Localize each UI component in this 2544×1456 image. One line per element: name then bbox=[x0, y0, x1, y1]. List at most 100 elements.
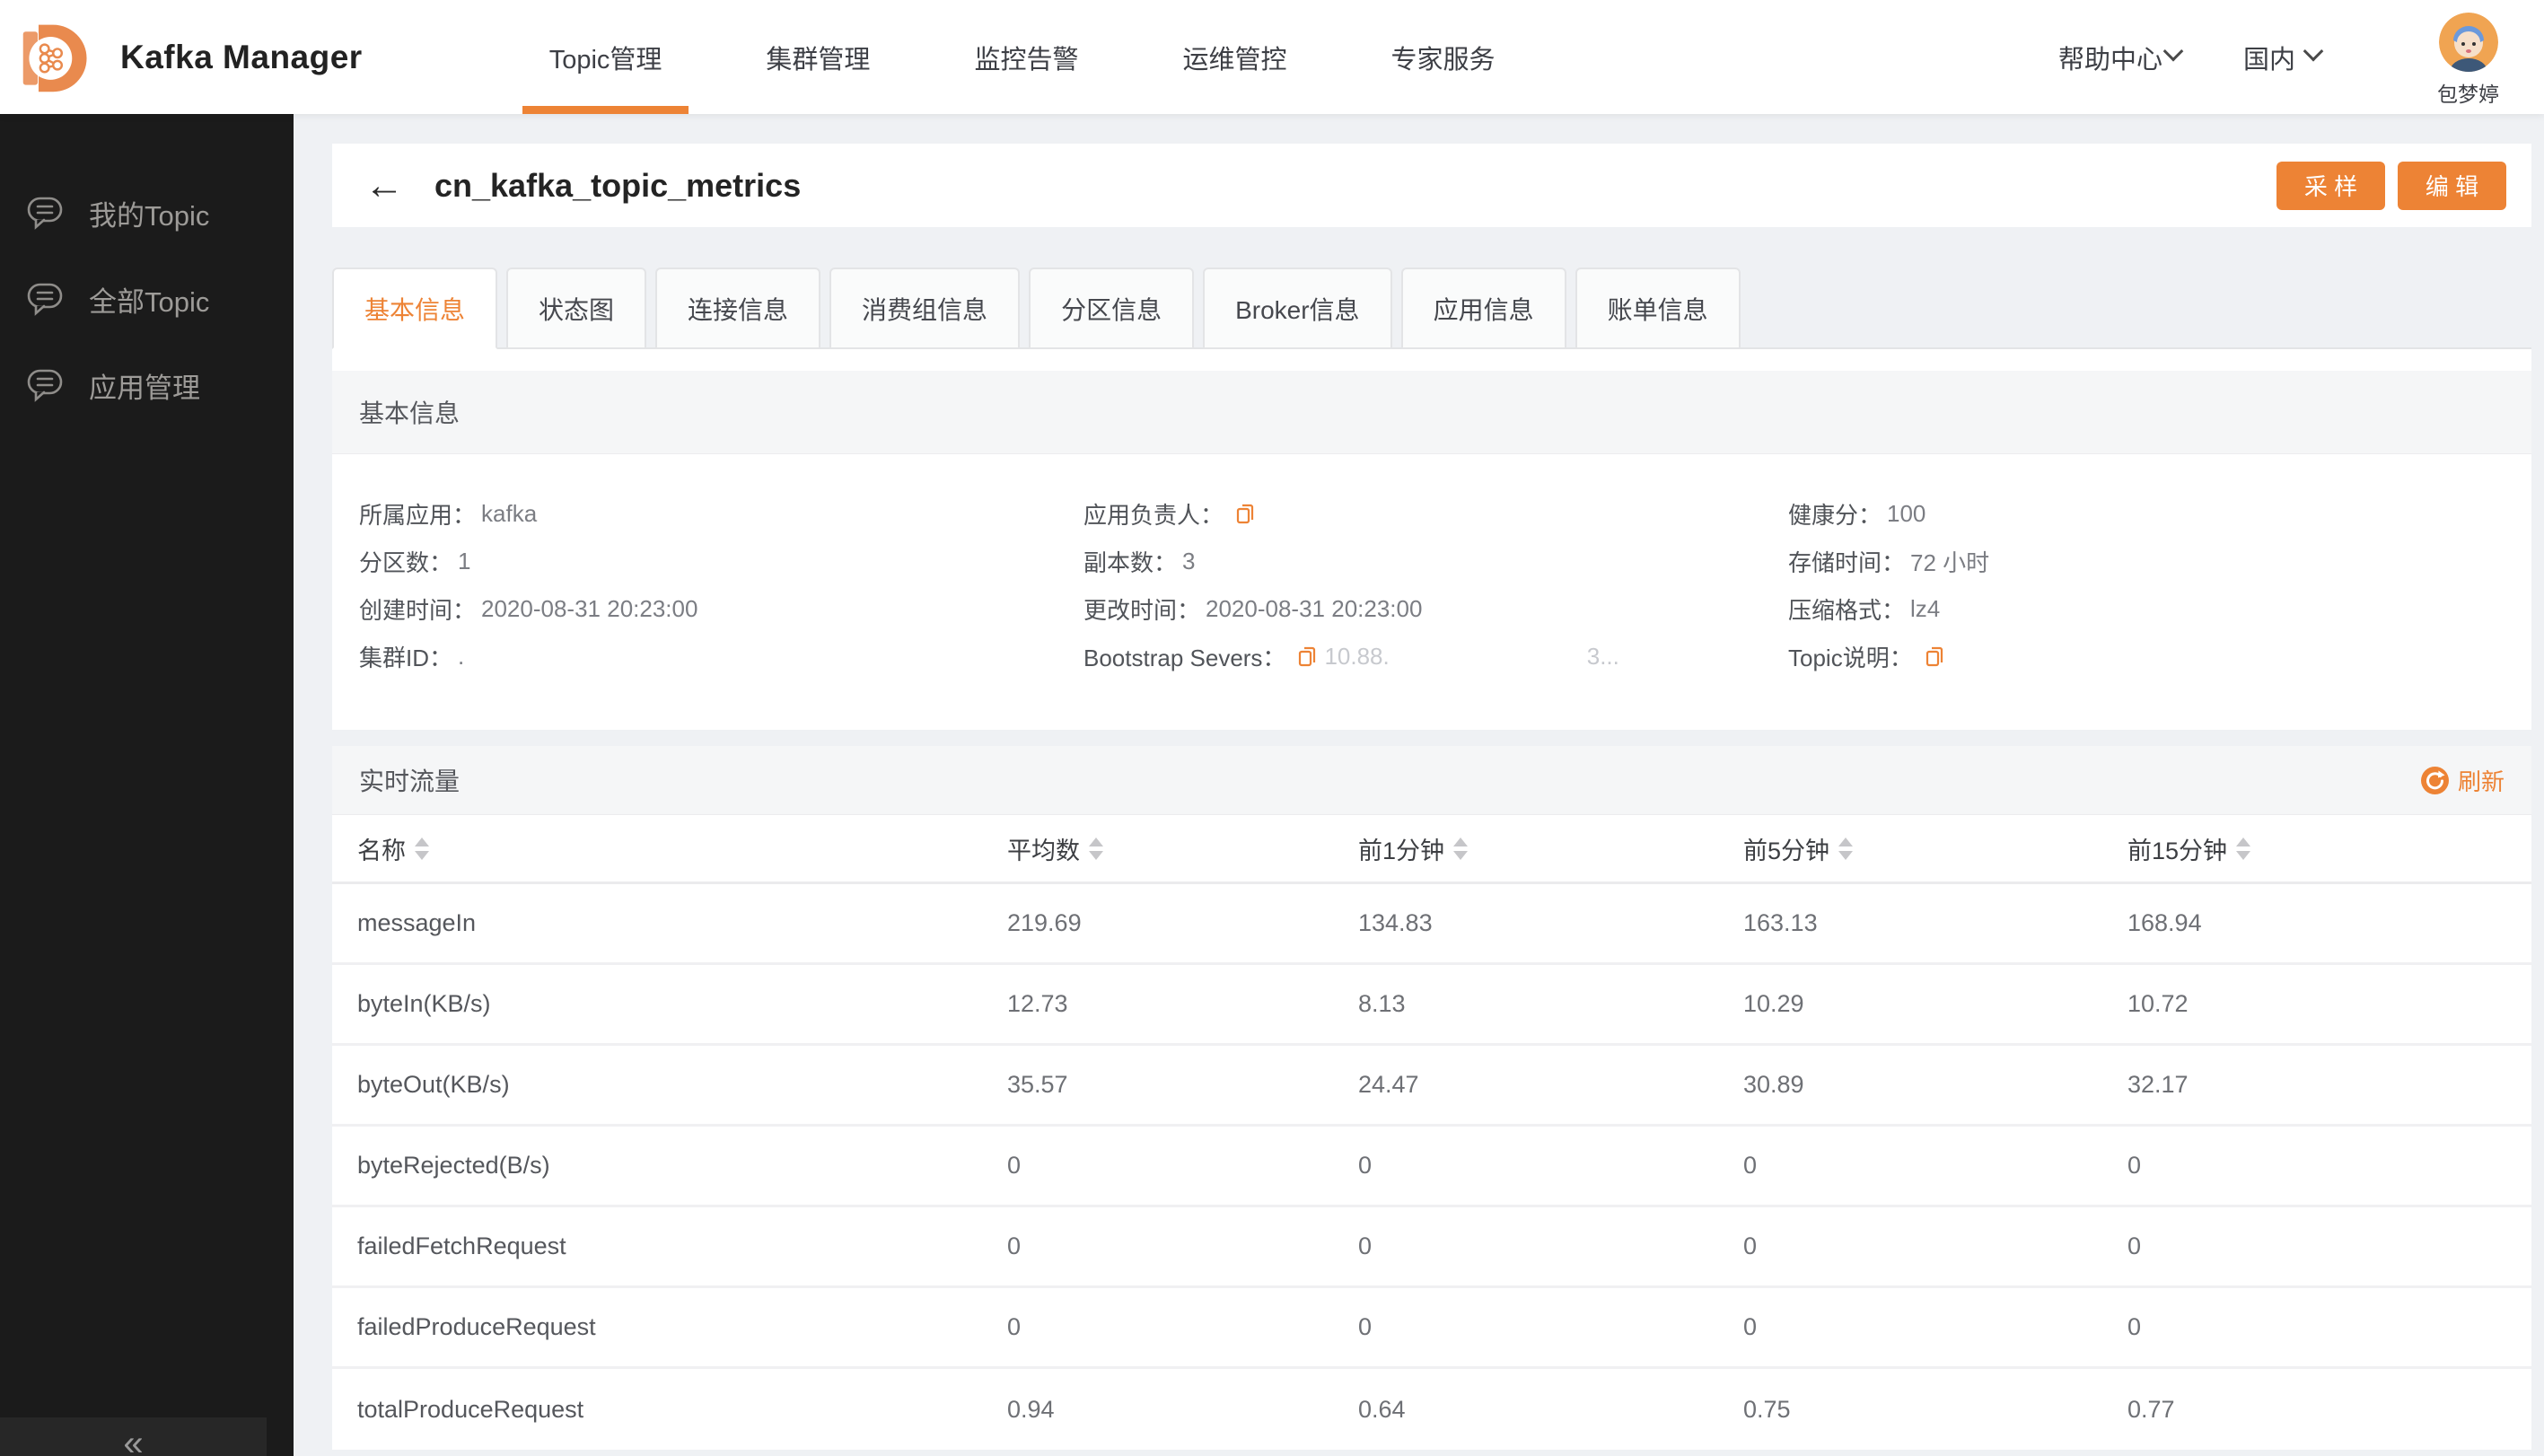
sort-icon bbox=[1089, 837, 1103, 860]
table-row: totalProduceRequest 0.94 0.64 0.75 0.77 bbox=[332, 1369, 2531, 1450]
sidebar-item-icon bbox=[27, 197, 63, 230]
top-nav-item[interactable]: Topic管理 bbox=[497, 0, 715, 114]
tab[interactable]: 状态图 bbox=[506, 268, 647, 349]
column-header-label: 前15分钟 bbox=[2127, 837, 2228, 864]
user-menu[interactable]: 包梦婷 bbox=[2437, 12, 2499, 108]
sidebar-collapse-button[interactable]: « bbox=[0, 1417, 267, 1456]
last-5min-cell: 0 bbox=[1743, 1152, 1758, 1179]
page-header: ← cn_kafka_topic_metrics 采 样 编 辑 bbox=[332, 144, 2531, 227]
info-field-label: 健康分： bbox=[1788, 502, 1882, 529]
copy-icon[interactable] bbox=[1233, 502, 1257, 526]
basic-info-section-header: 基本信息 bbox=[332, 371, 2531, 454]
top-nav-item[interactable]: 专家服务 bbox=[1338, 0, 1547, 114]
column-header[interactable]: 名称 bbox=[357, 831, 1007, 866]
edit-button[interactable]: 编 辑 bbox=[2398, 161, 2506, 210]
info-field: 副本数： 3 bbox=[1083, 538, 1788, 585]
tab[interactable]: Broker信息 bbox=[1203, 268, 1392, 349]
info-field-value: lz4 bbox=[1910, 595, 1941, 622]
column-header-label: 名称 bbox=[357, 837, 406, 864]
traffic-table-body: messageIn 219.69 134.83 163.13 168.94 by… bbox=[332, 884, 2531, 1450]
avg-cell: 12.73 bbox=[1007, 990, 1068, 1017]
sample-button[interactable]: 采 样 bbox=[2276, 161, 2385, 210]
copy-icon[interactable] bbox=[1922, 645, 1946, 669]
column-header[interactable]: 平均数 bbox=[1007, 831, 1358, 866]
info-field-label: 更改时间： bbox=[1083, 597, 1201, 624]
back-arrow-icon[interactable]: ← bbox=[357, 165, 411, 206]
info-field-value: kafka bbox=[481, 500, 538, 527]
top-nav-item[interactable]: 监控告警 bbox=[922, 0, 1130, 114]
info-field: 压缩格式： lz4 bbox=[1788, 585, 2531, 633]
collapse-icon: « bbox=[123, 1423, 144, 1456]
sidebar-item-label: 我的Topic bbox=[89, 199, 210, 232]
metric-name-cell: messageIn bbox=[357, 909, 477, 936]
last-1min-cell: 134.83 bbox=[1358, 909, 1433, 936]
column-header[interactable]: 前5分钟 bbox=[1743, 831, 2127, 866]
copy-icon[interactable] bbox=[1294, 645, 1319, 669]
avg-cell: 0 bbox=[1007, 1313, 1022, 1340]
info-field-label: 应用负责人： bbox=[1083, 502, 1224, 529]
metric-name-cell: totalProduceRequest bbox=[357, 1395, 584, 1423]
sidebar-item-icon bbox=[27, 283, 63, 316]
help-center-menu[interactable]: 帮助中心 bbox=[2057, 39, 2184, 76]
last-15min-cell: 10.72 bbox=[2127, 990, 2189, 1017]
chevron-down-icon bbox=[2303, 40, 2324, 61]
tab[interactable]: 连接信息 bbox=[655, 268, 821, 349]
metric-name-cell: byteRejected(B/s) bbox=[357, 1152, 550, 1179]
last-5min-cell: 163.13 bbox=[1743, 909, 1818, 936]
last-5min-cell: 30.89 bbox=[1743, 1071, 1804, 1098]
sidebar-item[interactable]: 应用管理 bbox=[0, 342, 294, 428]
top-navbar: Kafka Manager Topic管理 集群管理 监控告警 运维管控 专家服… bbox=[0, 0, 2544, 114]
refresh-button[interactable]: 刷新 bbox=[2420, 764, 2505, 797]
info-field-label: Topic说明： bbox=[1788, 645, 1913, 671]
table-row: byteRejected(B/s) 0 0 0 0 bbox=[332, 1127, 2531, 1207]
info-field-value: 100 bbox=[1887, 500, 1926, 527]
region-menu[interactable]: 国内 bbox=[2242, 39, 2324, 76]
avg-cell: 0 bbox=[1007, 1152, 1022, 1179]
top-nav-item[interactable]: 运维管控 bbox=[1130, 0, 1338, 114]
info-field-label: 存储时间： bbox=[1788, 549, 1906, 576]
column-header[interactable]: 前1分钟 bbox=[1358, 831, 1743, 866]
last-1min-cell: 0 bbox=[1358, 1152, 1373, 1179]
tab[interactable]: 分区信息 bbox=[1029, 268, 1195, 349]
last-1min-cell: 0 bbox=[1358, 1232, 1373, 1259]
tab[interactable]: 消费组信息 bbox=[829, 268, 1021, 349]
info-field: 存储时间： 72 小时 bbox=[1788, 538, 2531, 585]
info-field-label: Bootstrap Severs： bbox=[1083, 645, 1286, 671]
help-center-label: 帮助中心 bbox=[2057, 45, 2162, 75]
top-nav-item[interactable]: 集群管理 bbox=[714, 0, 922, 114]
info-field-label: 分区数： bbox=[359, 549, 453, 576]
tab[interactable]: 应用信息 bbox=[1400, 268, 1566, 349]
info-field-value: 10.88. bbox=[1324, 643, 1390, 670]
table-row: byteOut(KB/s) 35.57 24.47 30.89 32.17 bbox=[332, 1046, 2531, 1127]
sidebar-item[interactable]: 全部Topic bbox=[0, 256, 294, 342]
info-field-label: 压缩格式： bbox=[1788, 597, 1906, 624]
tab[interactable]: 基本信息 bbox=[332, 268, 498, 349]
sidebar-item[interactable]: 我的Topic bbox=[0, 170, 294, 256]
last-1min-cell: 0.64 bbox=[1358, 1395, 1406, 1423]
app-title: Kafka Manager bbox=[120, 38, 363, 75]
page-title: cn_kafka_topic_metrics bbox=[434, 166, 802, 204]
table-row: failedProduceRequest 0 0 0 0 bbox=[332, 1288, 2531, 1369]
last-1min-cell: 0 bbox=[1358, 1313, 1373, 1340]
last-1min-cell: 8.13 bbox=[1358, 990, 1406, 1017]
info-field: 集群ID： . bbox=[359, 633, 1083, 680]
chevron-down-icon bbox=[2162, 40, 2184, 61]
tab[interactable]: 账单信息 bbox=[1575, 268, 1741, 349]
realtime-traffic-card: 实时流量 刷新 名称 平均数 前1分钟 前5分钟 前15分钟 messageIn… bbox=[332, 746, 2531, 1450]
sidebar-item-label: 全部Topic bbox=[89, 285, 210, 318]
column-header-label: 平均数 bbox=[1007, 837, 1080, 864]
region-label: 国内 bbox=[2242, 45, 2295, 75]
last-15min-cell: 168.94 bbox=[2127, 909, 2202, 936]
last-5min-cell: 0 bbox=[1743, 1313, 1758, 1340]
user-name: 包梦婷 bbox=[2437, 82, 2499, 106]
info-field: 应用负责人： bbox=[1083, 490, 1788, 538]
column-header-label: 前5分钟 bbox=[1743, 837, 1830, 864]
column-header[interactable]: 前15分钟 bbox=[2127, 831, 2531, 866]
info-field: 更改时间： 2020-08-31 20:23:00 bbox=[1083, 585, 1788, 633]
sidebar-menu: 我的Topic 全部Topic 应用管理 bbox=[0, 114, 294, 428]
last-5min-cell: 0.75 bbox=[1743, 1395, 1791, 1423]
basic-info-card: 基本信息 所属应用： kafka 应用负责人： 健康分： 100 分区数： 1 … bbox=[332, 349, 2531, 730]
info-field-value: 1 bbox=[458, 548, 471, 575]
sort-icon bbox=[1838, 837, 1854, 860]
info-field-label: 创建时间： bbox=[359, 597, 477, 624]
